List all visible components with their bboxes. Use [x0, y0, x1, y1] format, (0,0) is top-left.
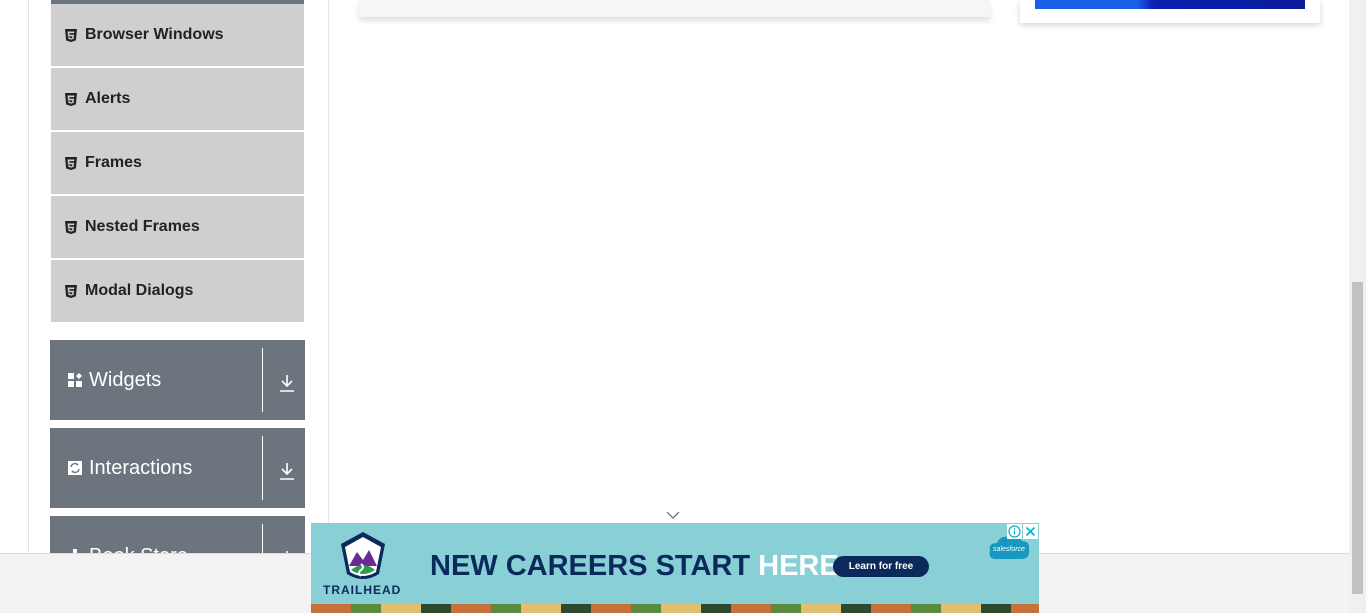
- html5-icon: [65, 156, 77, 170]
- content-card-bottom: [359, 0, 990, 17]
- ad-headline: NEW CAREERS START HERE.: [430, 550, 847, 583]
- ad-brand-text: TRAILHEAD: [323, 583, 402, 597]
- advertisement-banner[interactable]: TRAILHEAD NEW CAREERS START HERE. Learn …: [311, 523, 1039, 613]
- group-divider: [262, 436, 263, 500]
- download-arrow-icon: [280, 463, 294, 480]
- group-widgets[interactable]: Widgets: [50, 340, 305, 420]
- sidebar-item-label: Browser Windows: [85, 26, 224, 43]
- chevron-down-icon[interactable]: [665, 508, 681, 522]
- sidebar-divider: [328, 0, 329, 553]
- interactions-icon: [68, 461, 82, 475]
- ad-info-icon[interactable]: [1007, 524, 1022, 539]
- html5-icon: [65, 284, 77, 298]
- sidebar-item-frames[interactable]: Frames: [51, 132, 304, 196]
- sidebar-menu-list: Browser Windows Alerts Frames Nested Fra…: [51, 4, 304, 322]
- side-ad-banner: [1035, 0, 1305, 9]
- sidebar-item-alerts[interactable]: Alerts: [51, 68, 304, 132]
- sidebar-item-label: Frames: [85, 154, 142, 171]
- sidebar-item-browser-windows[interactable]: Browser Windows: [51, 4, 304, 68]
- group-label: Widgets: [89, 368, 162, 391]
- side-ad-card: [1020, 0, 1320, 23]
- group-interactions[interactable]: Interactions: [50, 428, 305, 508]
- sidebar-item-modal-dialogs[interactable]: Modal Dialogs: [51, 260, 304, 322]
- html5-icon: [65, 28, 77, 42]
- scrollbar-thumb[interactable]: [1352, 282, 1363, 594]
- download-arrow-icon: [280, 375, 294, 392]
- sidebar-item-label: Alerts: [85, 90, 131, 107]
- vertical-scrollbar[interactable]: [1349, 0, 1366, 613]
- ad-headline-main: NEW CAREERS START: [430, 550, 759, 582]
- sidebar-item-label: Modal Dialogs: [85, 282, 194, 299]
- sidebar-item-nested-frames[interactable]: Nested Frames: [51, 196, 304, 260]
- group-divider: [262, 348, 263, 412]
- html5-icon: [65, 92, 77, 106]
- trailhead-logo-icon: [341, 532, 385, 579]
- group-label: Interactions: [89, 456, 193, 479]
- ad-illustration-strip: [311, 604, 1039, 613]
- ad-sponsor: salesforce: [993, 546, 1025, 553]
- page: Browser Windows Alerts Frames Nested Fra…: [0, 0, 1366, 613]
- learn-for-free-button[interactable]: Learn for free: [833, 556, 929, 577]
- widgets-icon: [68, 373, 82, 387]
- sidebar-item-label: Nested Frames: [85, 218, 200, 235]
- close-icon[interactable]: [1023, 524, 1038, 539]
- html5-icon: [65, 220, 77, 234]
- left-divider: [28, 0, 29, 553]
